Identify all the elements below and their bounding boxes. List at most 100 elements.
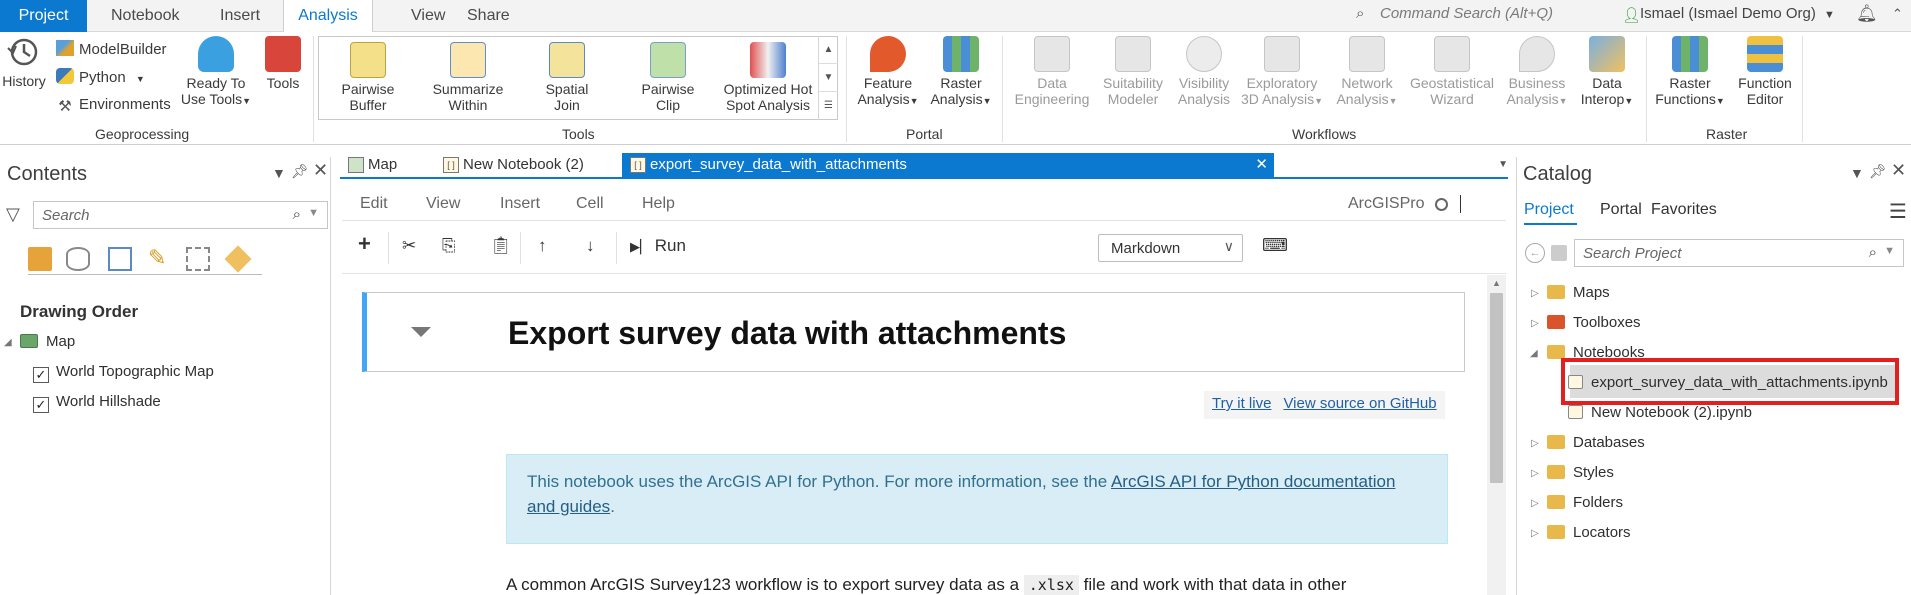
- run-button[interactable]: ▶▏ Run: [630, 236, 686, 256]
- pin-icon[interactable]: 📌︎: [291, 163, 309, 180]
- menu-help[interactable]: Help: [642, 195, 675, 213]
- back-arrow-icon[interactable]: ←: [1525, 243, 1545, 263]
- expand-arrow-icon[interactable]: ▷: [1531, 438, 1539, 449]
- data-engineering-button[interactable]: Data Engineering: [1010, 36, 1094, 107]
- tab-share[interactable]: Share: [457, 0, 520, 32]
- catalog-tab-favorites[interactable]: Favorites: [1651, 201, 1717, 219]
- data-interop-button[interactable]: Data Interop▼: [1574, 36, 1640, 109]
- filter-icon[interactable]: ▽: [6, 204, 20, 225]
- doc-tab-export-survey[interactable]: [ ] export_survey_data_with_attachments ✕: [622, 153, 1274, 177]
- title-markdown-cell[interactable]: Export survey data with attachments: [362, 292, 1465, 372]
- expand-arrow-icon[interactable]: ▷: [1531, 528, 1539, 539]
- checkbox[interactable]: ✓: [33, 397, 49, 413]
- collapse-arrow-icon[interactable]: ◢: [1530, 348, 1538, 359]
- pairwise-clip-button[interactable]: Pairwise Clip: [630, 42, 706, 113]
- modelbuilder-button[interactable]: ModelBuilder: [56, 40, 167, 58]
- close-icon[interactable]: ✕: [1891, 160, 1906, 181]
- gallery-down-icon[interactable]: ▼: [819, 64, 838, 92]
- catalog-item-toolboxes[interactable]: Toolboxes: [1547, 314, 1641, 331]
- pairwise-buffer-button[interactable]: Pairwise Buffer: [330, 42, 406, 113]
- exploratory-3d-button[interactable]: Exploratory 3D Analysis▼: [1240, 36, 1324, 109]
- expand-arrow-icon[interactable]: ▷: [1531, 318, 1539, 329]
- expand-arrow-icon[interactable]: ▷: [1531, 468, 1539, 479]
- expand-arrow-icon[interactable]: ▷: [1531, 498, 1539, 509]
- catalog-item-styles[interactable]: Styles: [1547, 464, 1614, 481]
- scroll-up-icon[interactable]: ▲: [1492, 278, 1501, 288]
- pane-menu-icon[interactable]: ▼: [272, 165, 286, 181]
- network-analysis-button[interactable]: Network Analysis▼: [1330, 36, 1404, 109]
- cell-type-select[interactable]: Markdown ∨: [1098, 234, 1243, 262]
- hamburger-menu-icon[interactable]: ☰: [1889, 199, 1907, 224]
- checkbox[interactable]: ✓: [33, 367, 49, 383]
- raster-functions-button[interactable]: Raster Functions▼: [1652, 36, 1728, 109]
- catalog-tab-portal[interactable]: Portal: [1600, 201, 1642, 219]
- try-it-live-link[interactable]: Try it live: [1212, 395, 1271, 412]
- api-docs-link-1[interactable]: ArcGIS API for Python documentation: [1111, 472, 1395, 491]
- view-source-link[interactable]: View source on GitHub: [1283, 395, 1436, 412]
- pin-icon[interactable]: 📌︎: [1869, 163, 1887, 180]
- editing-pencil-icon[interactable]: ✎: [148, 245, 166, 271]
- map-layer[interactable]: Map: [20, 333, 75, 350]
- tabs-overflow-icon[interactable]: ▼: [1498, 159, 1508, 170]
- python-button[interactable]: Python ▼: [56, 68, 145, 86]
- move-down-arrow-icon[interactable]: ↓: [586, 236, 595, 256]
- doc-tab-new-notebook[interactable]: [ ] New Notebook (2): [435, 153, 595, 177]
- doc-tab-map[interactable]: Map: [340, 153, 425, 177]
- ribbon-collapse-icon[interactable]: ⌃: [1892, 6, 1903, 22]
- tab-project[interactable]: Project: [0, 0, 87, 32]
- gallery-expand-icon[interactable]: ☰: [819, 92, 838, 120]
- move-up-arrow-icon[interactable]: ↑: [538, 236, 547, 256]
- collapse-triangle-icon[interactable]: [411, 327, 431, 337]
- cut-scissors-icon[interactable]: ✂: [402, 236, 416, 256]
- command-search[interactable]: ⌕ Command Search (Alt+Q): [1356, 5, 1553, 22]
- pane-menu-icon[interactable]: ▼: [1850, 165, 1864, 181]
- data-source-icon[interactable]: [66, 247, 90, 271]
- catalog-item-locators[interactable]: Locators: [1547, 524, 1631, 541]
- copy-icon[interactable]: ⎘: [442, 236, 456, 256]
- visibility-analysis-button[interactable]: Visibility Analysis: [1172, 36, 1236, 107]
- close-icon[interactable]: ✕: [313, 160, 328, 181]
- catalog-item-maps[interactable]: Maps: [1547, 284, 1610, 301]
- function-editor-button[interactable]: Function Editor: [1732, 36, 1798, 107]
- home-icon[interactable]: [1551, 245, 1567, 261]
- contents-search-input[interactable]: Search ⌕ ▼: [33, 201, 328, 229]
- layer-world-hillshade[interactable]: ✓ World Hillshade: [33, 393, 161, 413]
- tab-notebook[interactable]: Notebook: [101, 0, 190, 32]
- tools-button[interactable]: Tools: [261, 36, 305, 91]
- collapse-arrow-icon[interactable]: ◢: [4, 337, 12, 348]
- user-menu[interactable]: 👤︎ Ismael (Ismael Demo Org) ▼: [1622, 5, 1835, 24]
- suitability-modeler-button[interactable]: Suitability Modeler: [1096, 36, 1170, 107]
- selection-icon[interactable]: [108, 247, 132, 271]
- feature-analysis-button[interactable]: Feature Analysis▼: [853, 36, 923, 109]
- gallery-up-icon[interactable]: ▲: [819, 36, 838, 64]
- catalog-tab-project[interactable]: Project: [1524, 201, 1574, 219]
- history-button[interactable]: History: [0, 32, 48, 89]
- layer-world-topographic[interactable]: ✓ World Topographic Map: [33, 363, 214, 383]
- geostatistical-wizard-button[interactable]: Geostatistical Wizard: [1406, 36, 1498, 107]
- catalog-item-new-notebook[interactable]: New Notebook (2).ipynb: [1568, 404, 1752, 421]
- menu-insert[interactable]: Insert: [500, 195, 540, 213]
- environments-button[interactable]: ⚒ Environments: [56, 96, 170, 115]
- ready-to-use-tools-button[interactable]: Ready To Use Tools▼: [176, 36, 256, 109]
- optimized-hot-spot-button[interactable]: Optimized Hot Spot Analysis: [718, 42, 818, 113]
- drawing-order-icon[interactable]: [28, 247, 52, 271]
- business-analysis-button[interactable]: Business Analysis▼: [1502, 36, 1572, 109]
- spatial-join-button[interactable]: Spatial Join: [532, 42, 602, 113]
- close-icon[interactable]: ✕: [1255, 153, 1268, 177]
- labeling-icon[interactable]: [224, 245, 252, 273]
- notebook-scrollbar[interactable]: ▲: [1487, 275, 1506, 595]
- notification-bell-icon[interactable]: 🔔︎: [1856, 4, 1878, 24]
- keyboard-icon[interactable]: ⌨: [1262, 235, 1288, 256]
- add-cell-plus-icon[interactable]: +: [358, 231, 371, 257]
- catalog-item-folders[interactable]: Folders: [1547, 494, 1623, 511]
- paste-clipboard-icon[interactable]: 📋︎: [490, 236, 512, 256]
- expand-arrow-icon[interactable]: ▷: [1531, 288, 1539, 299]
- snapping-icon[interactable]: [186, 247, 210, 271]
- menu-edit[interactable]: Edit: [360, 195, 388, 213]
- api-docs-link-2[interactable]: and guides: [527, 497, 610, 516]
- raster-analysis-button[interactable]: Raster Analysis▼: [926, 36, 996, 109]
- scrollbar-thumb[interactable]: [1490, 293, 1503, 483]
- catalog-item-databases[interactable]: Databases: [1547, 434, 1645, 451]
- summarize-within-button[interactable]: Summarize Within: [424, 42, 512, 113]
- tab-analysis[interactable]: Analysis: [283, 0, 373, 33]
